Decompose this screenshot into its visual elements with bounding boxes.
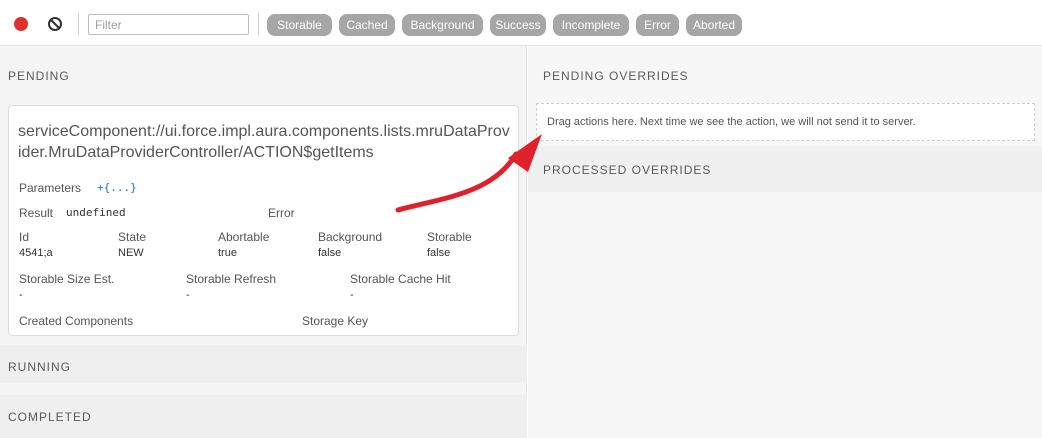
parameters-label: Parameters	[19, 181, 82, 195]
abortable-label: Abortable	[218, 230, 270, 244]
state-value: NEW	[118, 247, 144, 259]
parameters-expand-toggle[interactable]: +{...}	[97, 181, 137, 194]
filter-background[interactable]: Background	[402, 14, 483, 36]
storable-cache-hit-value: -	[350, 289, 354, 301]
storable-label: Storable	[427, 230, 472, 244]
filter-aborted[interactable]: Aborted	[686, 14, 742, 36]
filter-cached[interactable]: Cached	[339, 14, 395, 36]
filter-error[interactable]: Error	[636, 14, 679, 36]
result-value: undefined	[66, 206, 126, 219]
background-label: Background	[318, 230, 383, 244]
toolbar-divider	[258, 13, 259, 35]
completed-section-title: COMPLETED	[8, 410, 92, 424]
created-components-label: Created Components	[19, 314, 134, 328]
filter-input[interactable]	[88, 14, 249, 35]
toolbar: Storable Cached Background Success Incom…	[0, 0, 1042, 46]
storable-size-value: -	[19, 289, 23, 301]
abortable-value: true	[218, 247, 237, 259]
overrides-panel: PENDING OVERRIDES Drag actions here. Nex…	[528, 46, 1042, 438]
filter-success[interactable]: Success	[490, 14, 546, 36]
processed-overrides-section: PROCESSED OVERRIDES	[528, 146, 1042, 192]
running-section: RUNNING	[0, 345, 527, 383]
storable-refresh-value: -	[186, 289, 190, 301]
pending-overrides-dropzone[interactable]: Drag actions here. Next time we see the …	[536, 103, 1035, 141]
storage-key-label: Storage Key	[302, 314, 369, 328]
storable-value: false	[427, 247, 451, 259]
storable-refresh-label: Storable Refresh	[186, 272, 277, 286]
filter-storable[interactable]: Storable	[267, 14, 332, 36]
annotation-arrow-icon	[395, 134, 542, 213]
filter-incomplete[interactable]: Incomplete	[553, 14, 629, 36]
storable-size-label: Storable Size Est.	[19, 272, 115, 286]
state-label: State	[118, 230, 147, 244]
actions-panel: PENDING serviceComponent://ui.force.impl…	[0, 46, 527, 438]
clear-icon[interactable]	[48, 17, 62, 31]
id-label: Id	[19, 230, 30, 244]
background-value: false	[318, 247, 342, 259]
pending-section-title: PENDING	[8, 69, 70, 83]
completed-section: COMPLETED	[0, 395, 527, 438]
pending-overrides-title: PENDING OVERRIDES	[543, 69, 689, 83]
record-icon[interactable]	[14, 17, 28, 31]
result-label: Result	[19, 206, 54, 220]
id-value: 4541;a	[19, 247, 53, 259]
storable-cache-hit-label: Storable Cache Hit	[350, 272, 451, 286]
toolbar-divider	[78, 13, 79, 35]
running-section-title: RUNNING	[8, 360, 71, 374]
processed-overrides-title: PROCESSED OVERRIDES	[543, 163, 712, 177]
error-label: Error	[268, 206, 295, 220]
